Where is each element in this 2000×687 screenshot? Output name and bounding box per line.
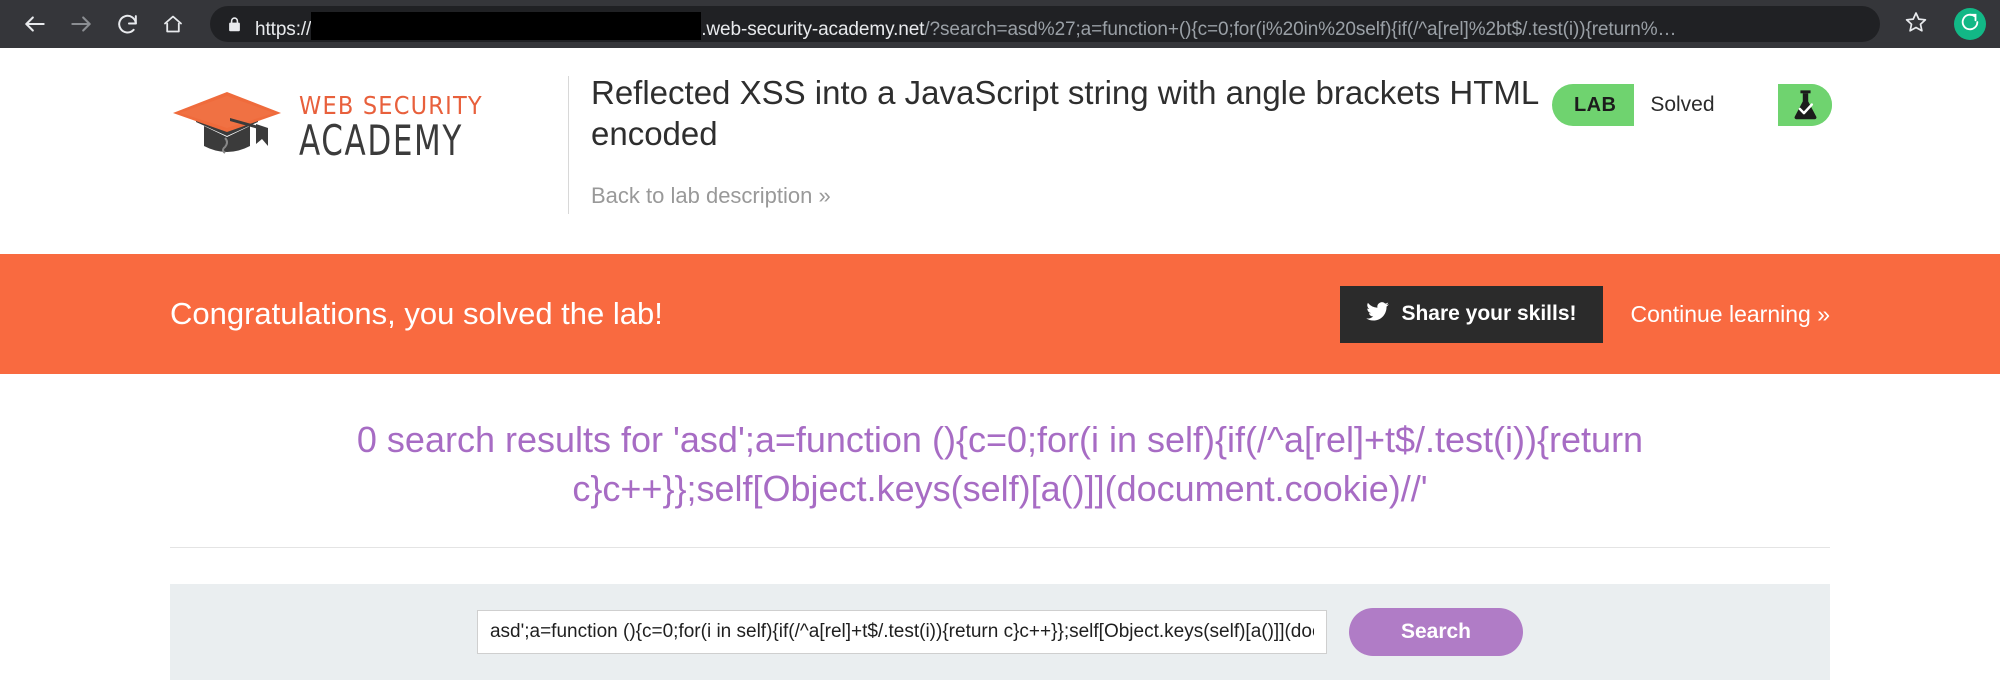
logo-line-academy: ACADEMY — [299, 116, 463, 165]
bookmark-button[interactable] — [1896, 4, 1936, 44]
arrow-right-icon — [68, 11, 94, 37]
back-button[interactable] — [14, 3, 56, 45]
url-scheme: https:// — [255, 19, 312, 40]
forward-button[interactable] — [60, 3, 102, 45]
continue-learning-link[interactable]: Continue learning » — [1631, 301, 1830, 328]
lab-badge-label: LAB — [1574, 93, 1617, 116]
site-logo[interactable]: WEB SECURITY ACADEMY — [160, 66, 560, 169]
home-icon — [161, 12, 185, 36]
share-skills-button[interactable]: Share your skills! — [1340, 285, 1603, 343]
home-button[interactable] — [152, 3, 194, 45]
url-host: .web-security-academy.net — [701, 19, 925, 40]
content-divider — [170, 547, 1830, 549]
url-redacted-host — [311, 12, 702, 40]
share-skills-label: Share your skills! — [1401, 302, 1577, 325]
logo-wordmark: WEB SECURITY ACADEMY — [299, 89, 499, 162]
lab-header: WEB SECURITY ACADEMY Reflected XSS into … — [0, 48, 2000, 254]
graduation-cap-icon — [170, 82, 285, 169]
status-badge[interactable]: LAB Solved — [1552, 84, 1832, 126]
header-divider — [568, 76, 569, 214]
flask-check-icon — [1778, 84, 1832, 126]
url-text: https:// .web-security-academy.net /?sea… — [255, 7, 1676, 41]
main-content: 0 search results for 'asd';a=function ()… — [0, 374, 2000, 681]
lab-solved-banner: Congratulations, you solved the lab! Sha… — [0, 254, 2000, 374]
lab-status-widget[interactable]: LAB Solved — [1552, 84, 1832, 126]
back-to-lab-description-link[interactable]: Back to lab description » — [591, 183, 831, 209]
arrow-left-icon — [22, 11, 48, 37]
profile-icon — [1959, 11, 1981, 38]
page-title: Reflected XSS into a JavaScript string w… — [591, 74, 1539, 153]
browser-toolbar: https:// .web-security-academy.net /?sea… — [0, 0, 2000, 48]
search-results-heading: 0 search results for 'asd';a=function ()… — [356, 419, 1644, 509]
url-path: /?search=asd%27;a=function+(){c=0;for(i%… — [924, 19, 1677, 40]
twitter-icon — [1366, 301, 1390, 327]
search-form: Search — [170, 584, 1830, 681]
banner-actions: Share your skills! Continue learning » — [1340, 285, 1830, 343]
reload-button[interactable] — [106, 3, 148, 45]
reload-icon — [115, 12, 140, 37]
profile-avatar[interactable] — [1954, 8, 1986, 40]
congratulations-message: Congratulations, you solved the lab! — [170, 296, 663, 331]
lab-badge-state: Solved — [1634, 84, 1778, 126]
lock-icon — [226, 15, 243, 34]
search-input[interactable] — [476, 610, 1327, 655]
star-icon — [1904, 10, 1928, 39]
address-bar[interactable]: https:// .web-security-academy.net /?sea… — [210, 6, 1880, 42]
search-submit-button[interactable]: Search — [1348, 608, 1524, 657]
lab-title-block: Reflected XSS into a JavaScript string w… — [591, 66, 1552, 209]
